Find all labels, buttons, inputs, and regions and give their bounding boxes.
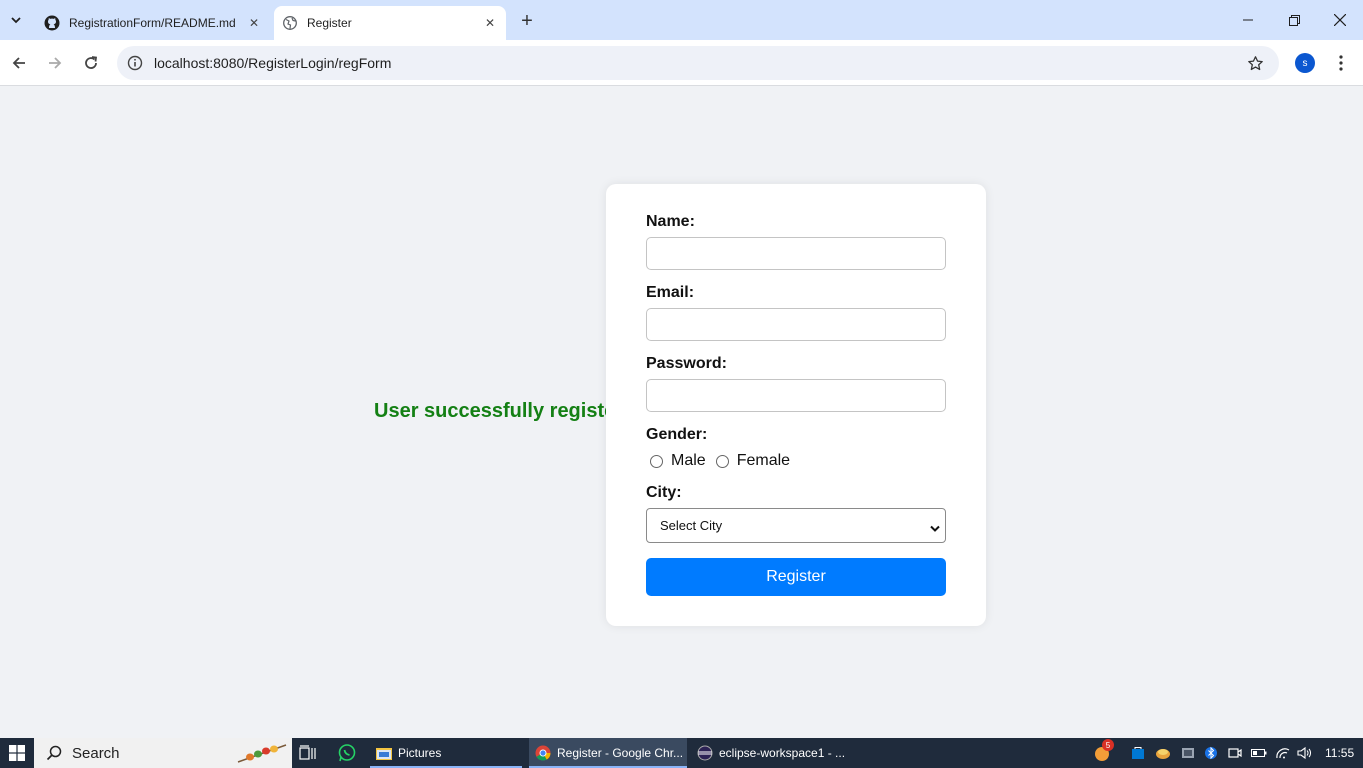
email-input[interactable] <box>646 308 946 341</box>
name-input[interactable] <box>646 237 946 270</box>
taskbar-clock[interactable]: 11:55 <box>1325 746 1354 760</box>
close-tab-icon[interactable]: ✕ <box>244 13 264 33</box>
minimize-icon[interactable] <box>1225 0 1271 40</box>
device-icon[interactable] <box>1180 745 1196 761</box>
gender-female-radio[interactable] <box>715 454 729 468</box>
windows-start-icon[interactable] <box>0 738 34 768</box>
close-tab-icon[interactable]: ✕ <box>480 13 500 33</box>
taskbar-app-label: eclipse-workspace1 - ... <box>719 746 846 760</box>
taskbar-app-label: Pictures <box>398 746 442 760</box>
browser-toolbar: localhost:8080/RegisterLogin/regForm s <box>0 40 1363 86</box>
search-highlight-icon <box>236 742 288 764</box>
volume-icon[interactable] <box>1297 745 1313 761</box>
taskbar-app-eclipse[interactable]: eclipse-workspace1 - ... <box>691 738 847 768</box>
tab-search-icon[interactable] <box>4 8 28 32</box>
windows-taskbar: Search Pictures Register - Google Chr...… <box>0 738 1363 768</box>
register-button[interactable]: Register <box>646 558 946 596</box>
gender-female-label: Female <box>736 452 791 469</box>
tab-title: RegistrationForm/README.md <box>69 16 236 30</box>
tab-readme[interactable]: RegistrationForm/README.md ✕ <box>36 6 270 40</box>
github-icon <box>44 15 60 31</box>
notification-badge: 5 <box>1102 739 1114 751</box>
eclipse-icon <box>697 745 713 761</box>
profile-avatar[interactable]: s <box>1295 53 1315 73</box>
password-label: Password: <box>646 355 727 372</box>
taskbar-app-pictures[interactable]: Pictures <box>370 738 522 768</box>
task-view-icon[interactable] <box>298 743 318 763</box>
bookmark-star-icon[interactable] <box>1245 53 1265 73</box>
chevron-down-icon <box>930 521 940 536</box>
explorer-icon <box>376 745 392 761</box>
forward-icon[interactable] <box>40 48 70 78</box>
restore-icon[interactable] <box>1271 0 1317 40</box>
tab-register[interactable]: Register ✕ <box>274 6 506 40</box>
url-text: localhost:8080/RegisterLogin/regForm <box>154 55 392 71</box>
success-message: User successfully registered <box>374 400 606 422</box>
taskbar-search-label: Search <box>72 744 120 762</box>
taskbar-search-box[interactable]: Search <box>34 738 292 768</box>
email-label: Email: <box>646 284 695 301</box>
gender-male-radio[interactable] <box>650 454 663 468</box>
bluetooth-icon[interactable] <box>1203 745 1219 761</box>
city-label: City: <box>646 484 682 501</box>
chrome-icon <box>535 745 551 761</box>
close-window-icon[interactable] <box>1317 0 1363 40</box>
browser-tab-strip: RegistrationForm/README.md ✕ Register ✕ … <box>0 0 1363 40</box>
taskbar-app-label: Register - Google Chr... <box>557 746 684 760</box>
city-select[interactable]: Select City <box>646 508 946 543</box>
wifi-icon[interactable] <box>1275 745 1291 761</box>
store-icon[interactable] <box>1130 745 1146 761</box>
registration-form: Name: Email: Password: Gender: Male Fema… <box>606 184 986 626</box>
tab-title: Register <box>307 16 352 30</box>
more-menu-icon[interactable] <box>1330 50 1352 76</box>
password-input[interactable] <box>646 379 946 412</box>
tray-app-icon[interactable] <box>1155 745 1171 761</box>
name-label: Name: <box>646 213 695 230</box>
site-info-icon[interactable] <box>124 52 146 74</box>
city-selected-value: Select City <box>660 518 723 533</box>
gender-male-label: Male <box>671 452 706 469</box>
new-tab-icon[interactable]: + <box>514 8 540 34</box>
taskbar-app-chrome[interactable]: Register - Google Chr... <box>529 738 687 768</box>
gender-options: Male Female <box>650 451 800 471</box>
camera-icon[interactable] <box>1227 745 1243 761</box>
battery-icon <box>1251 745 1267 761</box>
search-icon <box>46 745 66 761</box>
globe-icon <box>282 15 298 31</box>
address-bar[interactable]: localhost:8080/RegisterLogin/regForm <box>117 46 1279 80</box>
gender-label: Gender: <box>646 426 708 443</box>
whatsapp-icon[interactable] <box>337 743 357 763</box>
back-icon[interactable] <box>4 48 34 78</box>
reload-icon[interactable] <box>76 48 106 78</box>
